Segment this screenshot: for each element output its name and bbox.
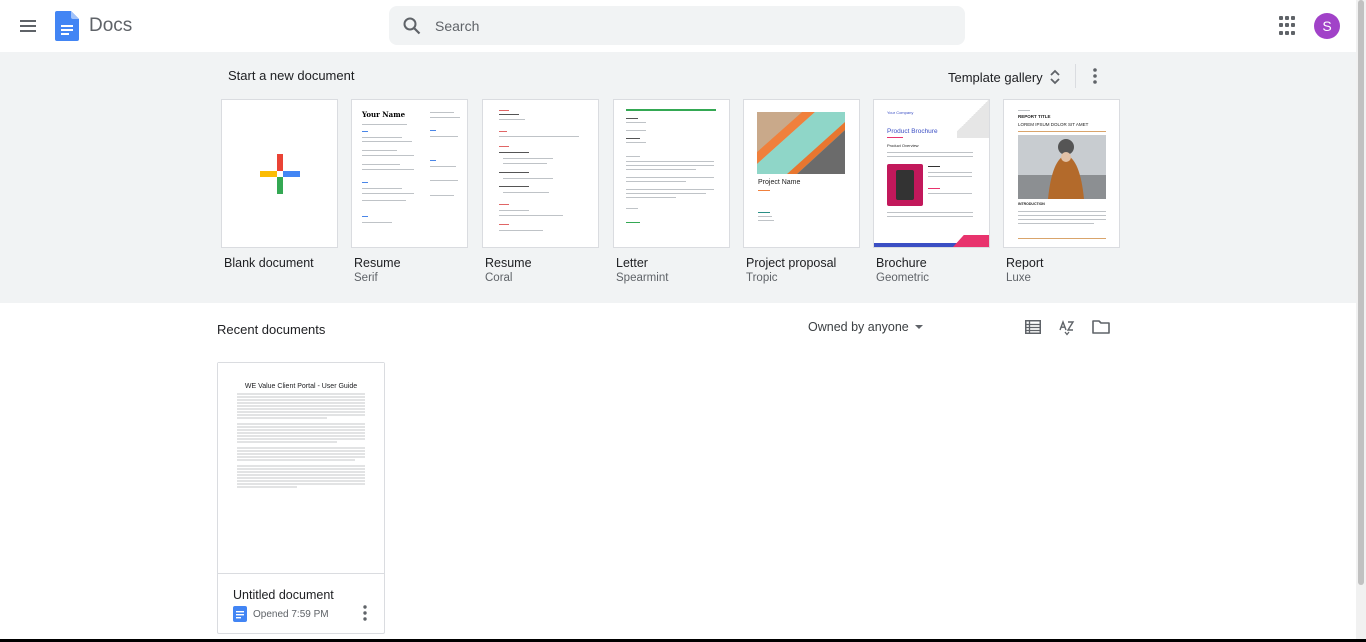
search-bar[interactable] — [389, 6, 965, 45]
search-input[interactable] — [435, 14, 935, 38]
template-preview-heading: Product Brochure — [887, 128, 938, 135]
template-subtitle: Coral — [485, 272, 513, 284]
document-meta: Opened 7:59 PM — [233, 606, 329, 622]
template-preview-subheading: LOREM IPSUM DOLOR SIT AMET — [1018, 122, 1089, 127]
top-bar: Docs S — [0, 0, 1356, 52]
template-name: Letter — [616, 256, 648, 270]
owner-filter-label: Owned by anyone — [808, 320, 909, 334]
template-thumbnail[interactable] — [482, 99, 599, 248]
template-letter-spearmint[interactable]: Letter Spearmint — [613, 99, 730, 284]
document-title: Untitled document — [233, 588, 334, 602]
template-blank-document[interactable]: Blank document — [221, 99, 338, 270]
template-name: Brochure — [876, 256, 927, 270]
template-name: Project proposal — [746, 256, 837, 270]
template-preview-heading: Your Name — [362, 110, 406, 119]
template-thumbnail[interactable]: Your Name — [351, 99, 468, 248]
sort-az-icon[interactable] — [1058, 318, 1076, 336]
template-subtitle: Geometric — [876, 272, 930, 284]
docs-logo-icon[interactable] — [55, 11, 79, 41]
document-preview-text — [237, 393, 365, 488]
dropdown-arrow-icon — [914, 325, 923, 329]
list-view-icon[interactable] — [1025, 320, 1041, 334]
divider — [1075, 64, 1076, 88]
search-icon[interactable] — [403, 17, 421, 35]
more-options-icon[interactable] — [1085, 66, 1105, 86]
template-preview-heading: REPORT TITLE — [1018, 114, 1051, 119]
document-preview-title: WE Value Client Portal - User Guide — [244, 383, 358, 390]
template-thumbnail[interactable]: Project Name — [743, 99, 860, 248]
template-heading: Start a new document — [228, 68, 355, 83]
template-subtitle: Tropic — [746, 272, 778, 284]
template-thumbnail[interactable] — [221, 99, 338, 248]
tropic-graphic-icon — [757, 112, 845, 174]
report-photo-icon — [1018, 135, 1106, 199]
docs-file-icon — [233, 606, 247, 622]
template-thumbnail[interactable]: Your Company Product Brochure Product Ov… — [873, 99, 990, 248]
template-preview-heading: Project Name — [758, 179, 801, 186]
template-thumbnail[interactable]: REPORT TITLE LOREM IPSUM DOLOR SIT AMET … — [1003, 99, 1120, 248]
plus-icon — [260, 154, 300, 194]
template-preview-section: Product Overview — [887, 143, 919, 148]
template-name: Resume — [485, 256, 532, 270]
template-brochure-geometric[interactable]: Your Company Product Brochure Product Ov… — [873, 99, 990, 284]
template-preview-company: Your Company — [887, 110, 914, 115]
scrollbar-thumb[interactable] — [1358, 0, 1364, 585]
template-name: Report — [1006, 256, 1044, 270]
owner-filter-dropdown[interactable]: Owned by anyone — [808, 320, 923, 334]
template-project-proposal-tropic[interactable]: Project Name Project proposal Tropic — [743, 99, 860, 284]
avatar[interactable]: S — [1314, 13, 1340, 39]
template-subtitle: Serif — [354, 272, 378, 284]
document-more-icon[interactable] — [358, 604, 372, 622]
template-subtitle: Luxe — [1006, 272, 1031, 284]
template-thumbnail[interactable] — [613, 99, 730, 248]
main-menu-icon[interactable] — [14, 12, 42, 40]
template-name: Resume — [354, 256, 401, 270]
folder-icon[interactable] — [1092, 319, 1110, 334]
unfold-icon — [1050, 69, 1060, 85]
recent-documents-heading: Recent documents — [217, 322, 326, 337]
template-resume-serif[interactable]: Your Name Resume Serif — [351, 99, 468, 284]
app-name[interactable]: Docs — [89, 15, 132, 37]
template-preview-section: INTRODUCTION — [1018, 202, 1045, 206]
document-thumbnail[interactable]: WE Value Client Portal - User Guide — [218, 363, 384, 574]
template-subtitle: Spearmint — [616, 272, 669, 284]
template-gallery-button[interactable]: Template gallery — [948, 66, 1061, 88]
template-gallery-label: Template gallery — [948, 69, 1043, 85]
scrollbar[interactable] — [1356, 0, 1366, 642]
template-section: Start a new document Template gallery Bl… — [0, 52, 1356, 303]
template-report-luxe[interactable]: REPORT TITLE LOREM IPSUM DOLOR SIT AMET … — [1003, 99, 1120, 284]
template-resume-coral[interactable]: Resume Coral — [482, 99, 599, 284]
template-name: Blank document — [224, 256, 314, 270]
document-card[interactable]: WE Value Client Portal - User Guide Unti… — [217, 362, 385, 634]
document-opened-time: Opened 7:59 PM — [253, 608, 329, 620]
google-apps-icon[interactable] — [1279, 16, 1299, 36]
